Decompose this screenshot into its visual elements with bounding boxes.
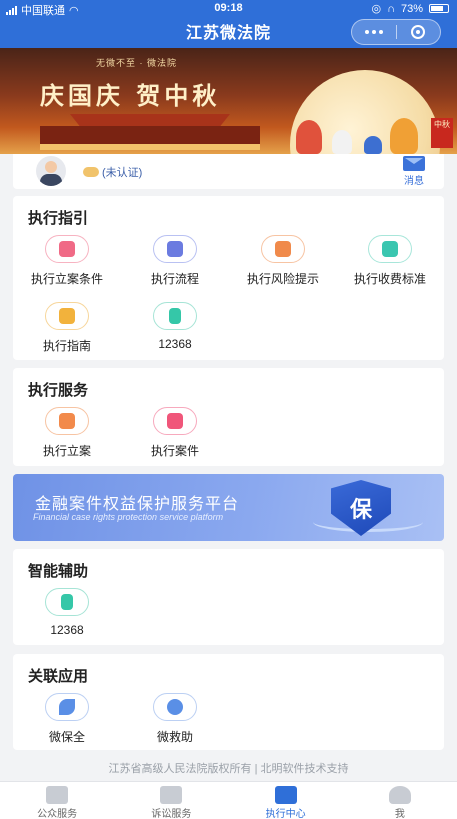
bird-icon	[45, 693, 89, 721]
close-program-button[interactable]	[397, 20, 441, 44]
auth-status[interactable]: (未认证)	[83, 164, 142, 180]
alarm-icon: ◎	[371, 3, 382, 15]
file-icon	[45, 407, 89, 435]
envelope-icon	[403, 156, 425, 171]
service-item-cases[interactable]: 执行案件	[121, 407, 229, 459]
guide-item-label: 执行收费标准	[353, 272, 426, 286]
tab-label: 执行中心	[265, 809, 306, 819]
user-card: (未认证) 消息	[13, 154, 444, 189]
finance-banner-subtitle: Financial case rights protection service…	[33, 512, 224, 522]
related-item-micro-aid[interactable]: 微救助	[121, 693, 229, 745]
gavel-icon	[153, 407, 197, 435]
finance-banner-title: 金融案件权益保护服务平台	[35, 496, 240, 513]
status-bar: 中国联通 ◠ 09:18 ◎ ∩ 73%	[0, 0, 457, 17]
phone-icon	[153, 302, 197, 330]
phone-icon	[45, 588, 89, 616]
scales-icon	[160, 786, 183, 804]
shield-char: 保	[349, 497, 372, 522]
tab-public-service[interactable]: 公众服务	[0, 782, 114, 819]
section-guide: 执行指引 执行立案条件 执行流程 执行风险提示 执行收费标准 执行指南 1236…	[13, 196, 444, 360]
more-button[interactable]	[352, 20, 396, 44]
more-dots-icon	[364, 30, 383, 34]
guide-item-label: 执行流程	[150, 272, 199, 286]
tab-execution-center[interactable]: 执行中心	[229, 782, 343, 819]
building-icon	[46, 786, 69, 804]
banner-headline: 庆国庆 贺中秋	[40, 81, 221, 110]
service-item-label: 执行案件	[150, 444, 199, 458]
related-item-micro-preservation[interactable]: 微保全	[13, 693, 121, 745]
auth-status-label: (未认证)	[102, 167, 143, 179]
list-icon	[153, 235, 197, 263]
person-icon	[388, 786, 411, 804]
verify-badge-icon	[83, 167, 99, 177]
service-item-label: 执行立案	[42, 444, 91, 458]
service-item-filing[interactable]: 执行立案	[13, 407, 121, 459]
mid-autumn-tag: 中秋	[431, 118, 453, 148]
banner-logo-text: 无微不至 · 微法院	[96, 58, 177, 68]
people-icon	[153, 693, 197, 721]
top-bar: 中国联通 ◠ 09:18 ◎ ∩ 73% 江苏微法院	[0, 0, 457, 48]
assist-item-label: 12368	[50, 623, 84, 637]
battery-icon	[429, 4, 449, 13]
related-item-label: 微救助	[156, 730, 193, 744]
tab-label: 诉讼服务	[151, 809, 192, 819]
section-related: 关联应用 微保全 微救助	[13, 654, 444, 750]
assist-item-12368[interactable]: 12368	[13, 588, 121, 637]
guide-item-handbook[interactable]: 执行指南	[13, 302, 121, 354]
card-icon	[45, 302, 89, 330]
family-illustration	[288, 114, 438, 154]
mini-program-capsule	[351, 19, 441, 45]
palace-graphic	[40, 126, 260, 150]
target-icon	[411, 25, 426, 39]
guide-item-label: 执行立案条件	[30, 272, 103, 286]
wallet-icon	[368, 235, 412, 263]
tab-label: 我	[394, 809, 405, 819]
section-guide-title: 执行指引	[28, 210, 89, 227]
guide-item-12368[interactable]: 12368	[121, 302, 229, 351]
guide-item-fees[interactable]: 执行收费标准	[336, 235, 444, 287]
guide-item-process[interactable]: 执行流程	[121, 235, 229, 287]
message-label: 消息	[404, 176, 424, 187]
section-assist: 智能辅助 12368	[13, 549, 444, 645]
guide-item-label: 执行指南	[42, 339, 91, 353]
holiday-banner[interactable]: 无微不至 · 微法院 庆国庆 贺中秋 中秋	[0, 48, 457, 154]
battery-percent: 73%	[400, 2, 423, 15]
section-related-title: 关联应用	[28, 668, 89, 685]
message-button[interactable]: 消息	[400, 156, 428, 187]
avatar[interactable]	[36, 156, 66, 186]
tab-label: 公众服务	[37, 809, 78, 819]
bottom-tab-bar: 公众服务 诉讼服务 执行中心 我	[0, 781, 457, 819]
guide-item-risk[interactable]: 执行风险提示	[229, 235, 337, 287]
section-service-title: 执行服务	[28, 382, 89, 399]
guide-item-case-conditions[interactable]: 执行立案条件	[13, 235, 121, 287]
gavel-icon	[274, 786, 297, 804]
tab-litigation-service[interactable]: 诉讼服务	[114, 782, 228, 819]
finance-platform-banner[interactable]: 金融案件权益保护服务平台 Financial case rights prote…	[13, 474, 444, 541]
tab-me[interactable]: 我	[343, 782, 457, 819]
related-item-label: 微保全	[48, 730, 85, 744]
section-service: 执行服务 执行立案 执行案件	[13, 368, 444, 466]
headphones-icon: ∩	[387, 2, 395, 15]
guide-item-label: 执行风险提示	[246, 272, 319, 286]
section-assist-title: 智能辅助	[28, 563, 89, 580]
copyright-note: 江苏省高级人民法院版权所有 | 北明软件技术支持	[108, 763, 349, 775]
shield-icon	[261, 235, 305, 263]
document-icon	[45, 235, 89, 263]
guide-item-label: 12368	[158, 337, 192, 351]
